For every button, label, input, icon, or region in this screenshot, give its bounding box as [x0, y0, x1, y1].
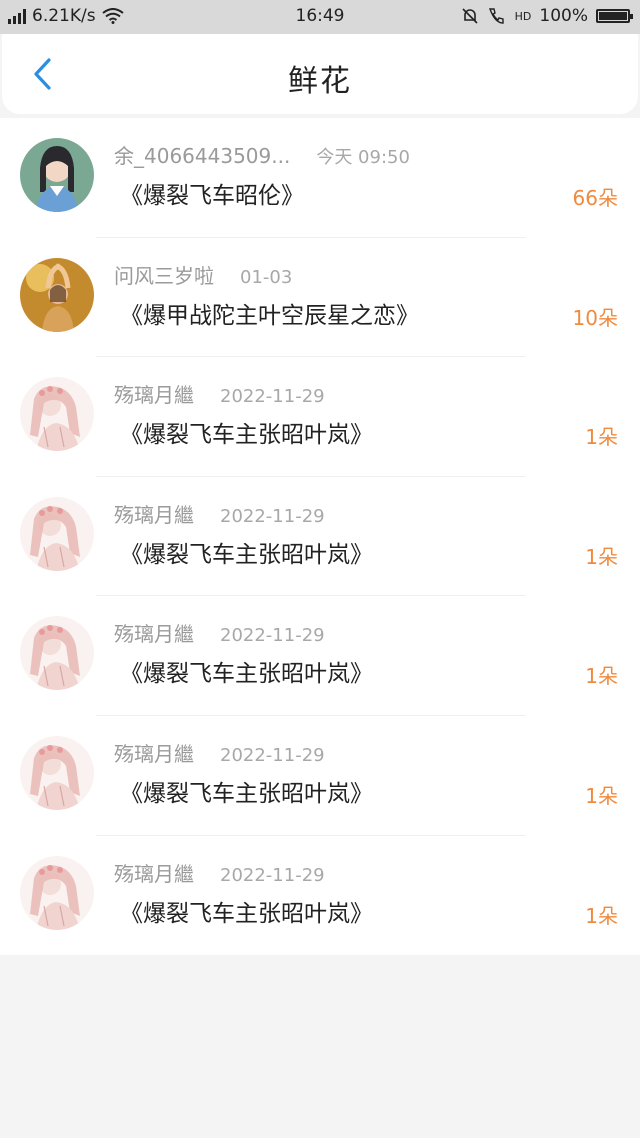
avatar[interactable] — [20, 855, 94, 930]
username[interactable]: 余_4066443509... — [114, 140, 290, 169]
avatar[interactable] — [20, 377, 94, 452]
send-time: 2022-11-29 — [220, 386, 325, 408]
item-meta: 殇璃月繼 2022-11-29 — [114, 738, 325, 767]
flower-count: 1朵 — [585, 903, 618, 928]
item-meta: 殇璃月繼 2022-11-29 — [114, 858, 325, 887]
username[interactable]: 殇璃月繼 — [114, 618, 194, 647]
avatar[interactable] — [20, 735, 94, 810]
book-title[interactable]: 《爆裂飞车主张昭叶岚》 — [120, 535, 373, 569]
send-time: 2022-11-29 — [220, 744, 325, 766]
page-title: 鲜花 — [288, 64, 352, 99]
list-item[interactable]: 殇璃月繼 2022-11-29 《爆裂飞车主张昭叶岚》 1朵 — [0, 716, 640, 836]
list-item[interactable]: 殇璃月繼 2022-11-29 《爆裂飞车主张昭叶岚》 1朵 — [0, 477, 640, 597]
battery-percent: 100% — [539, 6, 588, 26]
book-title[interactable]: 《爆裂飞车主张昭叶岚》 — [120, 894, 373, 928]
username[interactable]: 殇璃月繼 — [114, 379, 194, 408]
send-time: 2022-11-29 — [220, 505, 325, 527]
item-meta: 殇璃月繼 2022-11-29 — [114, 379, 325, 408]
book-title[interactable]: 《爆裂飞车主张昭叶岚》 — [120, 774, 373, 808]
username[interactable]: 殇璃月繼 — [114, 858, 194, 887]
avatar[interactable] — [20, 616, 94, 691]
flower-count: 1朵 — [585, 425, 618, 450]
flower-count: 1朵 — [585, 783, 618, 808]
list-item[interactable]: 殇璃月繼 2022-11-29 《爆裂飞车主张昭叶岚》 1朵 — [0, 836, 640, 956]
avatar[interactable] — [20, 496, 94, 571]
flower-gift-list: 余_4066443509... 今天 09:50 《爆裂飞车昭伦》 66朵 问风… — [0, 118, 640, 956]
send-time: 01-03 — [240, 266, 293, 288]
status-right: HD 100% — [461, 6, 633, 26]
send-time: 2022-11-29 — [220, 864, 325, 886]
nav-bar: 鲜花 — [2, 34, 638, 114]
item-meta: 殇璃月繼 2022-11-29 — [114, 618, 325, 647]
item-meta: 余_4066443509... 今天 09:50 — [114, 140, 410, 169]
book-title[interactable]: 《爆裂飞车主张昭叶岚》 — [120, 415, 373, 449]
book-title[interactable]: 《爆甲战陀主叶空辰星之恋》 — [120, 296, 419, 330]
avatar[interactable] — [20, 138, 94, 212]
send-time: 今天 09:50 — [316, 147, 410, 168]
bell-muted-icon — [462, 8, 478, 24]
book-title[interactable]: 《爆裂飞车昭伦》 — [120, 176, 304, 210]
status-bar: 6.21K/s 16:49 HD 100% — [0, 0, 640, 34]
flower-count: 1朵 — [585, 664, 618, 689]
hd-label: HD — [514, 9, 532, 23]
send-time: 2022-11-29 — [220, 625, 325, 647]
item-meta: 问风三岁啦 01-03 — [114, 260, 292, 289]
item-meta: 殇璃月繼 2022-11-29 — [114, 499, 325, 528]
avatar[interactable] — [20, 257, 94, 332]
username[interactable]: 殇璃月繼 — [114, 499, 194, 528]
flower-count: 66朵 — [572, 186, 618, 210]
book-title[interactable]: 《爆裂飞车主张昭叶岚》 — [120, 654, 373, 688]
username[interactable]: 殇璃月繼 — [114, 738, 194, 767]
list-item[interactable]: 殇璃月繼 2022-11-29 《爆裂飞车主张昭叶岚》 1朵 — [0, 357, 640, 477]
list-item[interactable]: 殇璃月繼 2022-11-29 《爆裂飞车主张昭叶岚》 1朵 — [0, 596, 640, 716]
list-item[interactable]: 问风三岁啦 01-03 《爆甲战陀主叶空辰星之恋》 10朵 — [0, 238, 640, 358]
list-item[interactable]: 余_4066443509... 今天 09:50 《爆裂飞车昭伦》 66朵 — [0, 118, 640, 238]
flower-count: 1朵 — [585, 544, 618, 569]
battery-icon — [596, 9, 633, 23]
username[interactable]: 问风三岁啦 — [114, 260, 214, 289]
phone-hd-icon — [488, 8, 504, 24]
flower-count: 10朵 — [572, 305, 618, 330]
